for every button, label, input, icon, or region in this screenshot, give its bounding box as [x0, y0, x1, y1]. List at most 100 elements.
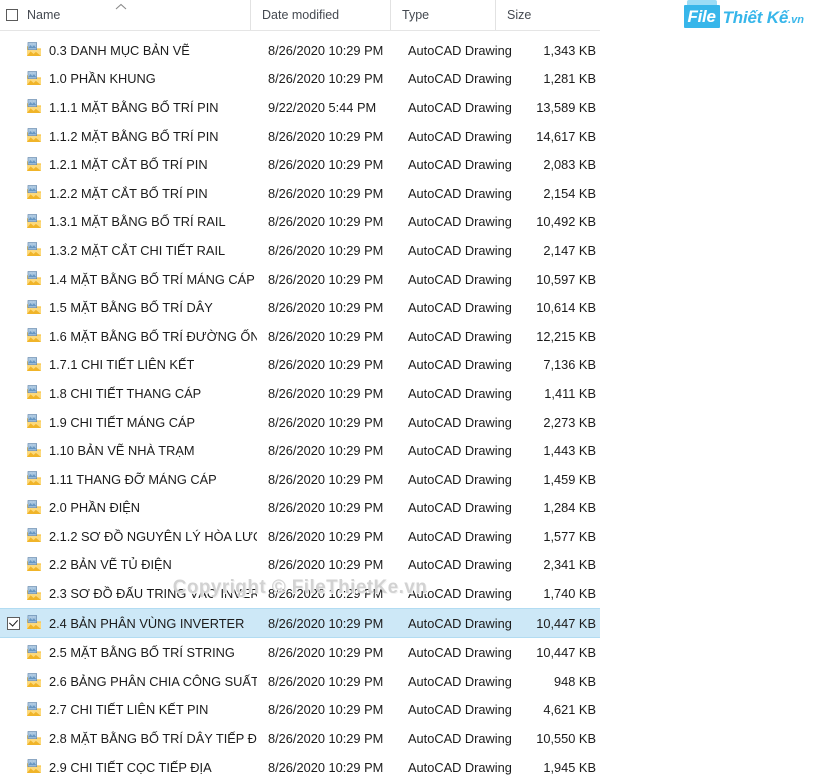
file-size: 2,273 KB [543, 414, 596, 430]
file-row[interactable]: 1.8 CHI TIẾT THANG CÁP 8/26/2020 10:29 PM… [0, 379, 600, 408]
site-logo: File Thiết Kế .vn [683, 0, 804, 29]
autocad-drawing-icon [26, 557, 42, 573]
file-size: 12,215 KB [536, 328, 596, 344]
file-date-modified: 8/26/2020 10:29 PM [268, 71, 384, 87]
file-row[interactable]: 1.3.2 MẶT CẮT CHI TIẾT RAIL 8/26/2020 10:… [0, 236, 600, 265]
file-name-label: 1.3.1 MẶT BẰNG BỐ TRÍ RAIL [49, 214, 226, 230]
file-size: 1,459 KB [543, 471, 596, 487]
file-name-cell[interactable]: 2.2 BẢN VẼ TỦ ĐIỆN [26, 557, 257, 573]
file-date-modified: 8/26/2020 10:29 PM [268, 443, 384, 459]
file-name-cell[interactable]: 1.3.1 MẶT BẰNG BỐ TRÍ RAIL [26, 214, 257, 230]
autocad-drawing-icon [26, 414, 42, 430]
file-size: 1,945 KB [543, 759, 596, 775]
autocad-drawing-icon [26, 128, 42, 144]
file-name-label: 2.5 MẶT BẰNG BỐ TRÍ STRING [49, 645, 235, 661]
file-name-cell[interactable]: 2.5 MẶT BẰNG BỐ TRÍ STRING [26, 645, 257, 661]
select-all-checkbox[interactable] [6, 9, 18, 21]
file-row[interactable]: 1.3.1 MẶT BẰNG BỐ TRÍ RAIL 8/26/2020 10:2… [0, 208, 600, 237]
column-header-date-label: Date modified [262, 8, 340, 22]
file-date-modified: 8/26/2020 10:29 PM [268, 414, 384, 430]
file-type: AutoCAD Drawing [408, 414, 512, 430]
file-name-cell[interactable]: 1.3.2 MẶT CẮT CHI TIẾT RAIL [26, 242, 257, 258]
file-size: 2,083 KB [543, 157, 596, 173]
file-row[interactable]: 2.8 MẶT BẰNG BỐ TRÍ DÂY TIẾP ĐỊA 8/26/202… [0, 724, 600, 753]
file-size: 1,281 KB [543, 71, 596, 87]
logo-file-badge: File [683, 0, 720, 28]
file-row[interactable]: 1.1.2 MẶT BẰNG BỐ TRÍ PIN 8/26/2020 10:29… [0, 122, 600, 151]
autocad-drawing-icon [26, 500, 42, 516]
file-date-modified: 8/26/2020 10:29 PM [268, 471, 384, 487]
file-row[interactable]: 2.7 CHI TIẾT LIÊN KẾT PIN 8/26/2020 10:29… [0, 696, 600, 725]
file-type: AutoCAD Drawing [408, 528, 512, 544]
file-row[interactable]: 1.2.1 MẶT CẮT BỐ TRÍ PIN 8/26/2020 10:29 … [0, 150, 600, 179]
file-name-cell[interactable]: 1.11 THANG ĐỠ MÁNG CÁP [26, 471, 257, 487]
file-row[interactable]: 1.0 PHẦN KHUNG 8/26/2020 10:29 PM AutoCAD … [0, 65, 600, 94]
file-name-cell[interactable]: 2.6 BẢNG PHÂN CHIA CÔNG SUẤT [26, 673, 257, 689]
file-name-cell[interactable]: 1.5 MẶT BẰNG BỐ TRÍ DÂY [26, 299, 257, 316]
file-name-label: 2.8 MẶT BẰNG BỐ TRÍ DÂY TIẾP ĐỊA [49, 731, 257, 747]
file-row[interactable]: 2.0 PHẦN ĐIỆN 8/26/2020 10:29 PM AutoCAD D… [0, 494, 600, 523]
file-name-cell[interactable]: 2.9 CHI TIẾT CỌC TIẾP ĐỊA [26, 759, 257, 775]
file-date-modified: 8/26/2020 10:29 PM [268, 128, 384, 144]
column-header-type[interactable]: Type [390, 0, 495, 30]
file-name-cell[interactable]: 1.1.2 MẶT BẰNG BỐ TRÍ PIN [26, 128, 257, 144]
file-name-cell[interactable]: 1.1.1 MẶT BẰNG BỐ TRÍ PIN [26, 99, 257, 115]
file-name-label: 1.8 CHI TIẾT THANG CÁP [49, 385, 202, 401]
file-type: AutoCAD Drawing [408, 185, 512, 201]
file-row[interactable]: 1.1.1 MẶT BẰNG BỐ TRÍ PIN 9/22/2020 5:44 … [0, 93, 600, 122]
file-name-cell[interactable]: 1.9 CHI TIẾT MÁNG CÁP [26, 414, 257, 430]
file-row[interactable]: 1.11 THANG ĐỠ MÁNG CÁP 8/26/2020 10:29 PM… [0, 465, 600, 494]
autocad-drawing-icon [26, 214, 42, 230]
file-row[interactable]: 1.2.2 MẶT CẮT BỐ TRÍ PIN 8/26/2020 10:29 … [0, 179, 600, 208]
file-row[interactable]: 2.2 BẢN VẼ TỦ ĐIỆN 8/26/2020 10:29 PM Auto… [0, 551, 600, 580]
file-name-label: 1.2.2 MẶT CẮT BỐ TRÍ PIN [49, 185, 208, 201]
file-name-cell[interactable]: 1.4 MẶT BẰNG BỐ TRÍ MÁNG CÁP - L... [26, 271, 257, 287]
file-name-label: 1.2.1 MẶT CẮT BỐ TRÍ PIN [49, 157, 208, 173]
file-row[interactable]: 2.6 BẢNG PHÂN CHIA CÔNG SUẤT 8/26/2020 10… [0, 667, 600, 696]
file-size: 2,154 KB [543, 185, 596, 201]
file-row[interactable]: 2.1.2 SƠ ĐỒ NGUYÊN LÝ HÒA LƯỚI 8/26/2020 … [0, 522, 600, 551]
file-row[interactable]: 2.9 CHI TIẾT CỌC TIẾP ĐỊA 8/26/2020 10:29… [0, 753, 600, 781]
column-header-date-modified[interactable]: Date modified [250, 0, 390, 30]
file-size: 10,614 KB [536, 300, 596, 316]
file-row[interactable]: 2.4 BẢN PHÂN VÙNG INVERTER 8/26/2020 10:2… [0, 607, 600, 639]
file-row[interactable]: 1.6 MẶT BẰNG BỐ TRÍ ĐƯỜNG ỐNG N... 8/26/2… [0, 322, 600, 351]
autocad-drawing-icon [26, 242, 42, 258]
column-header-name-label: Name [27, 8, 61, 22]
file-size: 4,621 KB [543, 702, 596, 718]
autocad-drawing-icon [26, 645, 42, 661]
file-row[interactable]: 0.3 DANH MỤC BẢN VẼ 8/26/2020 10:29 PM Aut… [0, 36, 600, 65]
file-row[interactable]: 1.7.1 CHI TIẾT LIÊN KẾT 8/26/2020 10:29 P… [0, 351, 600, 380]
file-type: AutoCAD Drawing [408, 385, 512, 401]
file-name-cell[interactable]: 1.2.2 MẶT CẮT BỐ TRÍ PIN [26, 185, 257, 201]
file-row[interactable]: 1.4 MẶT BẰNG BỐ TRÍ MÁNG CÁP - L... 8/26/… [0, 265, 600, 294]
file-name-cell[interactable]: 1.10 BẢN VẼ NHÀ TRẠM [26, 442, 257, 459]
file-name-cell[interactable]: 1.2.1 MẶT CẮT BỐ TRÍ PIN [26, 156, 257, 173]
file-name-cell[interactable]: 1.8 CHI TIẾT THANG CÁP [26, 385, 257, 401]
autocad-drawing-icon [26, 528, 42, 544]
file-name-cell[interactable]: 2.1.2 SƠ ĐỒ NGUYÊN LÝ HÒA LƯỚI [26, 528, 257, 544]
file-name-label: 1.0 PHẦN KHUNG [49, 71, 156, 87]
file-name-label: 1.6 MẶT BẰNG BỐ TRÍ ĐƯỜNG ỐNG N... [49, 328, 257, 344]
row-checkbox[interactable] [0, 616, 26, 630]
file-name-cell[interactable]: 2.7 CHI TIẾT LIÊN KẾT PIN [26, 702, 257, 718]
file-row[interactable]: 1.10 BẢN VẼ NHÀ TRẠM 8/26/2020 10:29 PM Au… [0, 436, 600, 465]
file-row[interactable]: 1.9 CHI TIẾT MÁNG CÁP 8/26/2020 10:29 PM A… [0, 408, 600, 437]
file-row[interactable]: 1.5 MẶT BẰNG BỐ TRÍ DÂY 8/26/2020 10:29 P… [0, 293, 600, 322]
column-header-size[interactable]: Size [495, 0, 600, 30]
file-name-cell[interactable]: 1.0 PHẦN KHUNG [26, 71, 257, 87]
file-name-cell[interactable]: 1.6 MẶT BẰNG BỐ TRÍ ĐƯỜNG ỐNG N... [26, 328, 257, 344]
file-date-modified: 8/26/2020 10:29 PM [268, 242, 384, 258]
file-name-label: 2.4 BẢN PHÂN VÙNG INVERTER [49, 615, 245, 631]
file-name-cell[interactable]: 1.7.1 CHI TIẾT LIÊN KẾT [26, 357, 257, 373]
file-name-cell[interactable]: 0.3 DANH MỤC BẢN VẼ [26, 42, 257, 58]
file-name-cell[interactable]: 2.4 BẢN PHÂN VÙNG INVERTER [26, 615, 257, 631]
file-name-label: 1.4 MẶT BẰNG BỐ TRÍ MÁNG CÁP - L... [49, 271, 257, 287]
file-name-cell[interactable]: 2.8 MẶT BẰNG BỐ TRÍ DÂY TIẾP ĐỊA [26, 730, 257, 747]
file-date-modified: 8/26/2020 10:29 PM [268, 157, 384, 173]
file-date-modified: 8/26/2020 10:29 PM [268, 702, 384, 718]
file-row[interactable]: 2.5 MẶT BẰNG BỐ TRÍ STRING 8/26/2020 10:2… [0, 638, 600, 667]
file-name-cell[interactable]: 2.0 PHẦN ĐIỆN [26, 500, 257, 516]
autocad-drawing-icon [26, 471, 42, 487]
column-header-name[interactable]: Name [0, 0, 250, 30]
